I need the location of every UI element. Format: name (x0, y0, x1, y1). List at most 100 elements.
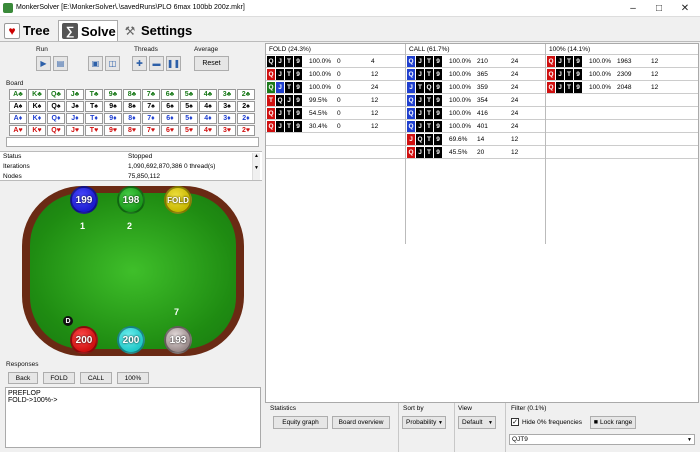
table-row[interactable]: Q J T 9 100.0% 401 24 (406, 120, 545, 133)
board-card[interactable]: K ♥ (28, 125, 46, 136)
lock-range-button[interactable]: ■ Lock range (590, 416, 636, 429)
board-card[interactable]: 3 ♥ (218, 125, 236, 136)
board-card[interactable]: 2 ♦ (237, 113, 255, 124)
table-row[interactable]: J Q T 9 69.6% 14 12 (406, 133, 545, 146)
board-card[interactable]: K ♣ (28, 89, 46, 100)
board-card[interactable]: 4 ♠ (199, 101, 217, 112)
reset-button[interactable]: Reset (194, 56, 229, 71)
sortby-dropdown[interactable]: Probability ▼ (402, 416, 446, 429)
column-header[interactable]: 100% (14.1%) (546, 44, 698, 55)
action-log[interactable]: PREFLOP FOLD->100%-> (5, 387, 261, 448)
board-card[interactable]: 5 ♥ (180, 125, 198, 136)
fold-button[interactable]: FOLD (43, 372, 75, 384)
board-card[interactable]: Q ♣ (47, 89, 65, 100)
board-card[interactable]: 6 ♦ (161, 113, 179, 124)
board-card[interactable]: T ♣ (85, 89, 103, 100)
table-row[interactable] (546, 94, 698, 107)
board-card[interactable]: J ♠ (66, 101, 84, 112)
minimize-button[interactable]: – (620, 1, 646, 16)
board-card[interactable]: Q ♦ (47, 113, 65, 124)
board-card[interactable]: J ♥ (66, 125, 84, 136)
board-card[interactable]: A ♦ (9, 113, 27, 124)
board-card[interactable]: 5 ♦ (180, 113, 198, 124)
board-card[interactable]: 3 ♦ (218, 113, 236, 124)
table-row[interactable]: Q J T 9 100.0% 2309 12 (546, 68, 698, 81)
board-card[interactable]: 9 ♣ (104, 89, 122, 100)
board-card[interactable]: 9 ♠ (104, 101, 122, 112)
board-card[interactable]: K ♠ (28, 101, 46, 112)
column-header[interactable]: FOLD (24.3%) (266, 44, 405, 55)
log-button[interactable]: ▤ (53, 56, 68, 71)
seat-5-chip[interactable]: 200 (117, 326, 145, 354)
board-card[interactable]: 6 ♠ (161, 101, 179, 112)
board-card[interactable]: 8 ♦ (123, 113, 141, 124)
filter-input[interactable]: QJT9 ▼ (509, 434, 695, 445)
table-row[interactable]: Q J T 9 100.0% 0 4 (266, 55, 405, 68)
seat-4-chip[interactable]: 193 (164, 326, 192, 354)
table-row[interactable]: Q J T 9 100.0% 416 24 (406, 107, 545, 120)
table-row[interactable]: Q J T 9 100.0% 0 24 (266, 81, 405, 94)
board-card[interactable]: 7 ♠ (142, 101, 160, 112)
table-row[interactable]: J T Q 9 100.0% 359 24 (406, 81, 545, 94)
seat-2-chip[interactable]: 198 (117, 186, 145, 214)
status-scrollbar[interactable]: ▲ ▼ (252, 153, 260, 180)
play-button[interactable]: ▶ (36, 56, 51, 71)
board-card[interactable]: A ♣ (9, 89, 27, 100)
table-row[interactable]: T Q J 9 99.5% 0 12 (266, 94, 405, 107)
table-row[interactable]: Q J T 9 30.4% 0 12 (266, 120, 405, 133)
save-button[interactable]: ▣ (88, 56, 103, 71)
board-card[interactable]: 2 ♠ (237, 101, 255, 112)
view-dropdown[interactable]: Default ▼ (458, 416, 496, 429)
board-card[interactable]: 9 ♦ (104, 113, 122, 124)
board-card[interactable]: 2 ♣ (237, 89, 255, 100)
table-row[interactable]: Q J T 9 100.0% 354 24 (406, 94, 545, 107)
equity-graph-button[interactable]: Equity graph (273, 416, 328, 429)
board-card[interactable]: 3 ♠ (218, 101, 236, 112)
board-card[interactable]: 6 ♥ (161, 125, 179, 136)
table-row[interactable]: Q J T 9 100.0% 0 12 (266, 68, 405, 81)
board-card[interactable]: 9 ♥ (104, 125, 122, 136)
board-card[interactable]: K ♦ (28, 113, 46, 124)
board-card[interactable]: A ♠ (9, 101, 27, 112)
thread-plus-button[interactable]: ✚ (132, 56, 147, 71)
board-card[interactable]: Q ♥ (47, 125, 65, 136)
table-row[interactable]: Q J T 9 100.0% 1963 12 (546, 55, 698, 68)
board-card[interactable]: T ♠ (85, 101, 103, 112)
board-card[interactable]: 4 ♦ (199, 113, 217, 124)
board-input[interactable] (6, 137, 259, 147)
board-card[interactable]: 2 ♥ (237, 125, 255, 136)
tab-tree[interactable]: ♥ Tree (4, 20, 56, 41)
table-row[interactable]: Q J T 9 45.5% 20 12 (406, 146, 545, 159)
table-row[interactable]: Q J T 9 100.0% 210 24 (406, 55, 545, 68)
board-card[interactable]: 3 ♣ (218, 89, 236, 100)
table-row[interactable] (546, 120, 698, 133)
board-card[interactable]: 7 ♥ (142, 125, 160, 136)
board-card[interactable]: J ♣ (66, 89, 84, 100)
board-card[interactable]: 8 ♠ (123, 101, 141, 112)
board-card[interactable]: 8 ♥ (123, 125, 141, 136)
board-card[interactable]: 5 ♣ (180, 89, 198, 100)
board-card[interactable]: 8 ♣ (123, 89, 141, 100)
table-row[interactable]: Q J T 9 100.0% 2048 12 (546, 81, 698, 94)
maximize-button[interactable]: □ (646, 1, 672, 16)
table-row[interactable] (266, 146, 405, 159)
pause-button[interactable]: ❚❚ (166, 56, 181, 71)
board-card[interactable]: J ♦ (66, 113, 84, 124)
call-button[interactable]: CALL (80, 372, 112, 384)
tab-solve[interactable]: ∑ Solve (58, 20, 118, 41)
table-row[interactable]: Q J T 9 54.5% 0 12 (266, 107, 405, 120)
board-overview-button[interactable]: Board overview (332, 416, 390, 429)
table-row[interactable] (546, 133, 698, 146)
board-card[interactable]: 4 ♣ (199, 89, 217, 100)
column-header[interactable]: CALL (61.7%) (406, 44, 545, 55)
raise-100-button[interactable]: 100% (117, 372, 149, 384)
board-card[interactable]: 4 ♥ (199, 125, 217, 136)
seat-6-chip[interactable]: 200 (70, 326, 98, 354)
board-card[interactable]: T ♥ (85, 125, 103, 136)
board-card[interactable]: Q ♠ (47, 101, 65, 112)
board-card[interactable]: A ♥ (9, 125, 27, 136)
thread-minus-button[interactable]: ▬ (149, 56, 164, 71)
close-button[interactable]: ✕ (672, 1, 698, 16)
board-card[interactable]: 7 ♦ (142, 113, 160, 124)
table-row[interactable] (546, 146, 698, 159)
